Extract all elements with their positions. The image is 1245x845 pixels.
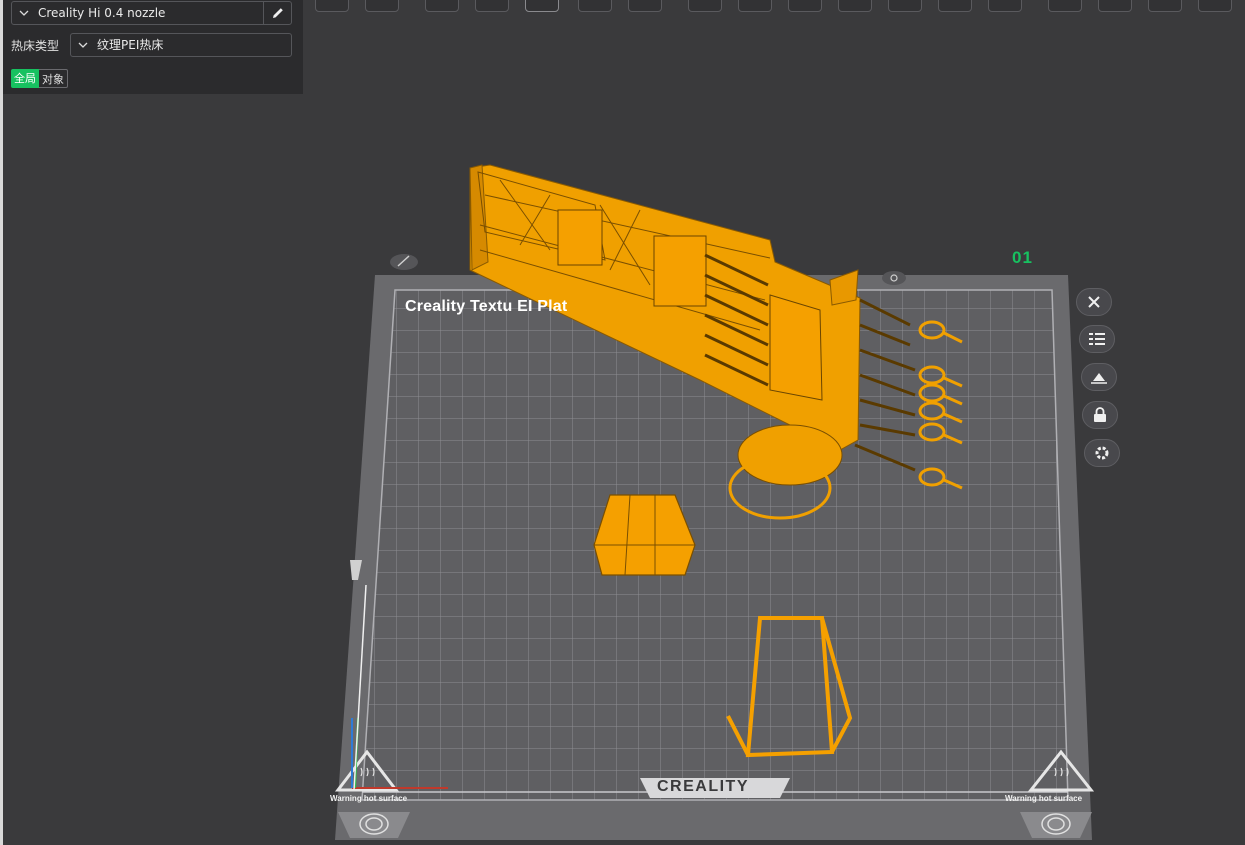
plate-target-icon[interactable] <box>882 271 906 285</box>
settings-icon <box>1095 446 1109 460</box>
brand-text: CREALITY <box>657 778 749 795</box>
auto-orient-icon <box>1091 373 1107 384</box>
lock-button[interactable] <box>1082 401 1118 429</box>
fingerprint-right-icon <box>1020 812 1092 838</box>
close-icon <box>1088 296 1100 308</box>
plate-edit-icon[interactable] <box>390 254 418 270</box>
list-icon <box>1089 333 1105 345</box>
warning-right-text: Warning hot surface <box>1005 794 1083 803</box>
object-list-button[interactable] <box>1079 325 1115 353</box>
auto-orient-button[interactable] <box>1081 363 1117 391</box>
model-block[interactable] <box>593 494 696 576</box>
fingerprint-left-icon <box>338 812 410 838</box>
plate-label: Creality Textu EI Plat <box>405 298 568 315</box>
plate-settings-button[interactable] <box>1084 439 1120 467</box>
warning-left-text: Warning hot surface <box>330 794 408 803</box>
plate-number: 01 <box>1012 248 1033 267</box>
viewport-canvas[interactable] <box>0 0 1245 845</box>
close-plate-button[interactable] <box>1076 288 1112 316</box>
lock-icon <box>1094 407 1106 422</box>
